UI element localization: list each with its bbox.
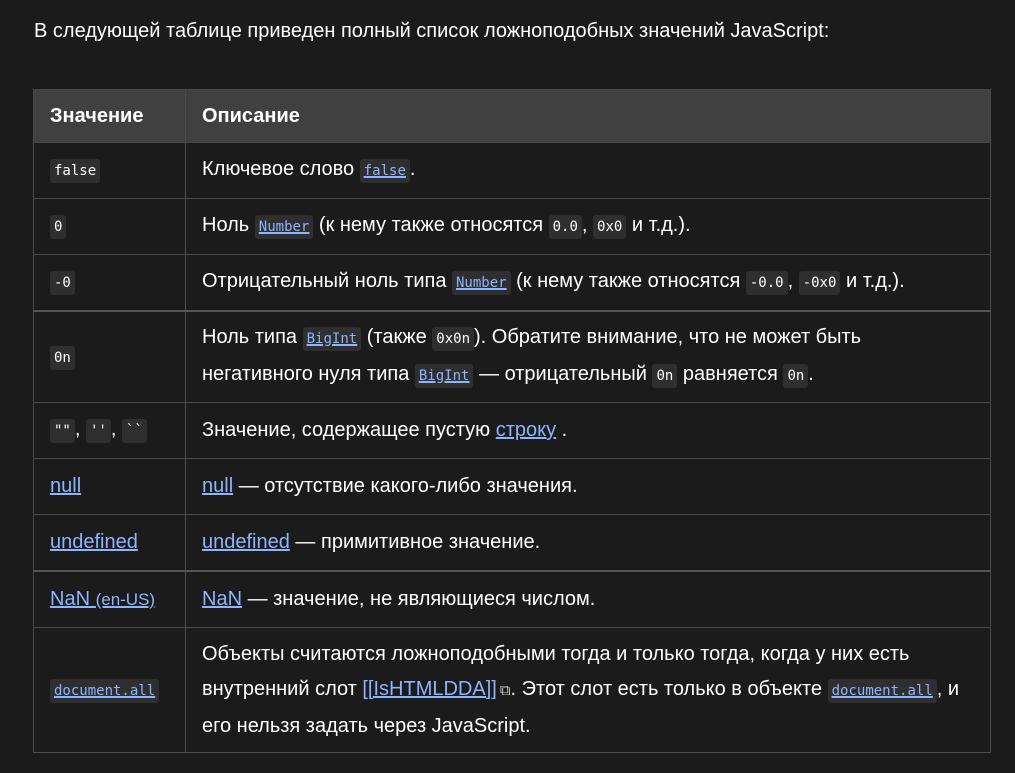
value-cell: 0n: [33, 310, 186, 403]
value-cell: false: [33, 142, 186, 199]
number-link[interactable]: Number: [254, 214, 314, 239]
nan-link[interactable]: NaN: [202, 588, 242, 610]
header-value: Значение: [33, 89, 186, 143]
undefined-value-link[interactable]: undefined: [50, 531, 138, 553]
table-row: undefined undefined — примитивное значен…: [33, 514, 991, 572]
table-header-row: Значение Описание: [33, 89, 991, 143]
value-cell: 0: [33, 198, 186, 255]
desc-text: — отрицательный: [473, 363, 653, 385]
external-link-icon: ⧉: [499, 681, 511, 699]
desc-text: ,: [581, 214, 594, 236]
value-cell: "", '', ``: [33, 402, 186, 459]
header-description: Описание: [185, 89, 991, 143]
ishtmlddda-link[interactable]: [[IsHTMLDDA]]: [362, 678, 496, 700]
desc-text: — примитивное значение.: [289, 531, 541, 553]
desc-text: — отсутствие какого-либо значения.: [233, 475, 578, 497]
inline-code: 0x0: [593, 215, 627, 239]
table-row: 0n Ноль типа BigInt (также 0x0n). Обрати…: [33, 310, 991, 403]
document-all-value-link[interactable]: document.all: [50, 678, 160, 703]
value-cell: document.all: [33, 627, 186, 753]
inline-code: -0.0: [745, 271, 788, 295]
number-link[interactable]: Number: [452, 270, 511, 295]
inline-code: 0n: [783, 364, 809, 388]
table-row: false Ключевое слово false.: [33, 142, 991, 199]
separator: ,: [110, 418, 122, 440]
bigint-link[interactable]: BigInt: [302, 326, 362, 351]
inline-code: 0n: [652, 364, 678, 388]
desc-text: (к нему также относятся: [313, 214, 549, 236]
description-cell: NaN — значение, не являющиеся числом.: [185, 570, 991, 628]
table-row: NaN (en-US) NaN — значение, не являющиес…: [33, 570, 991, 628]
inline-code: -0x0: [798, 271, 841, 295]
value-code: "": [50, 419, 75, 443]
separator: ,: [74, 418, 86, 440]
value-code: -0: [50, 271, 75, 295]
desc-text: Ключевое слово: [202, 158, 360, 180]
locale-tag: (en-US): [95, 590, 156, 609]
description-cell: null — отсутствие какого-либо значения.: [185, 458, 991, 515]
description-cell: Значение, содержащее пустую строку .: [185, 402, 991, 459]
desc-text: равняется: [677, 363, 784, 385]
inline-code: 0x0n: [432, 327, 475, 351]
value-code: '': [85, 419, 111, 443]
desc-text: Ноль типа: [202, 326, 303, 348]
table-row: document.all Объекты считаются ложноподо…: [33, 627, 991, 753]
description-cell: Объекты считаются ложноподобными тогда и…: [185, 627, 991, 753]
string-link[interactable]: строку: [496, 419, 556, 441]
falsy-values-table: Значение Описание false Ключевое слово f…: [33, 89, 991, 753]
desc-text: (также: [361, 326, 433, 348]
bigint-link[interactable]: BigInt: [414, 363, 474, 388]
value-cell: null: [33, 458, 186, 515]
table-row: null null — отсутствие какого-либо значе…: [33, 458, 991, 515]
value-code: 0n: [50, 345, 75, 370]
value-cell: -0: [33, 254, 186, 312]
desc-text: Ноль: [202, 214, 255, 236]
null-link[interactable]: null: [202, 475, 233, 497]
description-cell: Ноль Number (к нему также относятся 0.0,…: [185, 198, 991, 255]
description-cell: Ноль типа BigInt (также 0x0n). Обратите …: [185, 310, 991, 403]
desc-text: .: [409, 158, 416, 180]
null-value-link[interactable]: null: [50, 475, 81, 497]
table-row: "", '', `` Значение, содержащее пустую с…: [33, 402, 991, 459]
desc-text: .: [556, 419, 568, 441]
desc-text: Значение, содержащее пустую: [202, 419, 496, 441]
value-code: false: [50, 159, 101, 183]
desc-text: ,: [787, 270, 799, 292]
false-link[interactable]: false: [359, 158, 410, 183]
inline-code: 0.0: [548, 215, 582, 239]
intro-text: В следующей таблице приведен полный спис…: [34, 20, 830, 42]
undefined-link[interactable]: undefined: [202, 531, 290, 553]
desc-text: .: [808, 363, 814, 385]
table-row: 0 Ноль Number (к нему также относятся 0.…: [33, 198, 991, 255]
desc-text: . Этот слот есть только в объекте: [510, 677, 828, 700]
desc-text: — значение, не являющиеся числом.: [242, 588, 596, 610]
value-code: 0: [50, 215, 67, 239]
description-cell: Ключевое слово false.: [185, 142, 991, 199]
desc-text: (к нему также относятся: [510, 270, 746, 292]
desc-text: Отрицательный ноль типа: [202, 270, 452, 292]
value-cell: undefined: [33, 514, 186, 572]
value-cell: NaN (en-US): [33, 570, 186, 628]
table-row: -0 Отрицательный ноль типа Number (к нем…: [33, 254, 991, 312]
description-cell: Отрицательный ноль типа Number (к нему т…: [185, 254, 991, 312]
document-all-link[interactable]: document.all: [827, 678, 937, 703]
desc-text: и т.д.).: [626, 214, 691, 236]
desc-text: и т.д.).: [840, 270, 905, 292]
nan-value-link[interactable]: NaN (en-US): [50, 588, 155, 610]
value-code: ``: [121, 419, 147, 443]
description-cell: undefined — примитивное значение.: [185, 514, 991, 572]
